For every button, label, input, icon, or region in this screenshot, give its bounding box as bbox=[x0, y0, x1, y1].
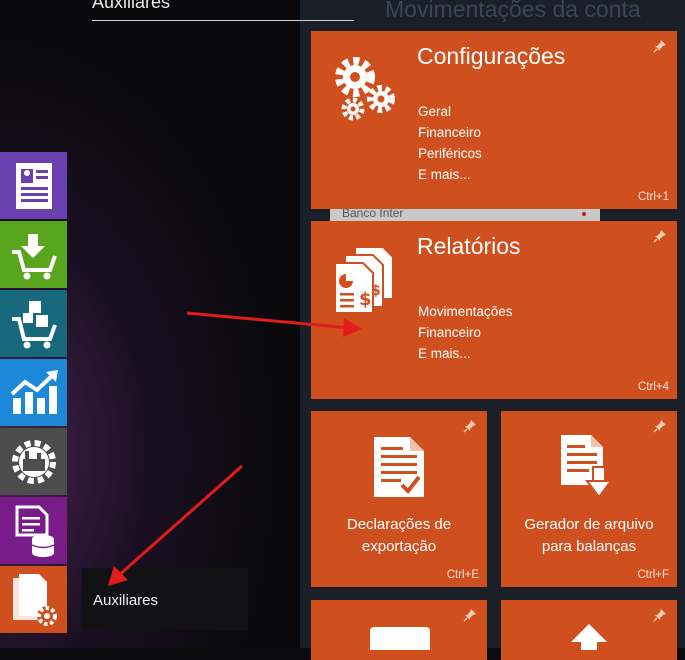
menu-item-auxiliares[interactable]: Auxiliares bbox=[82, 568, 248, 630]
tile-relatorios[interactable]: $ $ Relatórios Movimentações Financeiro … bbox=[311, 221, 677, 399]
taskbar-producao-button[interactable] bbox=[0, 428, 67, 495]
reports-icon: $ $ bbox=[334, 246, 394, 314]
pin-icon[interactable] bbox=[653, 419, 667, 433]
taskbar-auxiliares-button[interactable] bbox=[0, 566, 67, 633]
tile-link-e-mais[interactable]: E mais... bbox=[418, 343, 513, 364]
tile-link-movimentacoes[interactable]: Movimentações bbox=[418, 301, 513, 322]
menu-header-divider bbox=[92, 20, 354, 21]
taskbar-vendas-button[interactable] bbox=[0, 290, 67, 357]
taskbar-cadastro-button[interactable] bbox=[0, 152, 67, 219]
tile-declaracoes-exportacao[interactable]: Declarações de exportação Ctrl+E bbox=[311, 411, 487, 587]
menu-item-label: Auxiliares bbox=[93, 592, 159, 609]
tile-links: Movimentações Financeiro E mais... bbox=[418, 301, 513, 364]
pin-icon[interactable] bbox=[463, 419, 477, 433]
tile-link-perifericos[interactable]: Periféricos bbox=[418, 143, 482, 164]
tile-link-financeiro[interactable]: Financeiro bbox=[418, 322, 513, 343]
gears-icon bbox=[335, 57, 395, 121]
tile-partial-right[interactable] bbox=[501, 600, 677, 660]
svg-text:$: $ bbox=[371, 283, 381, 299]
pin-icon[interactable] bbox=[653, 608, 667, 622]
pin-icon[interactable] bbox=[463, 608, 477, 622]
menu-section-header: Auxiliares bbox=[92, 0, 171, 12]
tile-label: Gerador de arquivo para balanças bbox=[524, 516, 654, 555]
tile-partial-left[interactable] bbox=[311, 600, 487, 660]
tile-link-geral[interactable]: Geral bbox=[418, 101, 482, 122]
tile-title: Configurações bbox=[417, 43, 566, 69]
cart-download-icon bbox=[11, 233, 57, 279]
upload-arrow-icon bbox=[571, 624, 607, 650]
pin-icon[interactable] bbox=[653, 229, 667, 243]
pin-icon[interactable] bbox=[653, 39, 667, 53]
tile-label: Declarações de exportação bbox=[346, 516, 452, 555]
tile-link-e-mais[interactable]: E mais... bbox=[418, 164, 482, 185]
tile-shortcut: Ctrl+4 bbox=[638, 381, 669, 393]
envelope-icon bbox=[370, 627, 430, 650]
background-row-marker bbox=[582, 212, 586, 216]
tile-gerador-arquivo-balancas[interactable]: Gerador de arquivo para balanças Ctrl+F bbox=[501, 411, 677, 587]
taskbar-compras-button[interactable] bbox=[0, 221, 67, 288]
tile-title: Relatórios bbox=[417, 233, 521, 259]
document-download-icon bbox=[561, 435, 613, 499]
taskbar-fiscal-button[interactable] bbox=[0, 497, 67, 564]
growth-chart-icon bbox=[10, 369, 58, 414]
document-check-icon bbox=[374, 437, 424, 497]
document-database-icon bbox=[15, 505, 54, 557]
tile-shortcut: Ctrl+F bbox=[637, 569, 669, 581]
factory-gear-icon bbox=[11, 439, 56, 484]
svg-text:$: $ bbox=[359, 289, 372, 310]
document-icon bbox=[15, 162, 52, 209]
documents-gear-icon bbox=[12, 573, 57, 626]
tile-configuracoes[interactable]: Configurações Geral Financeiro Periféric… bbox=[311, 31, 677, 209]
tile-link-financeiro[interactable]: Financeiro bbox=[418, 122, 482, 143]
tile-shortcut: Ctrl+E bbox=[446, 569, 479, 581]
background-window-title: Movimentações da conta bbox=[385, 0, 641, 22]
cart-boxes-icon bbox=[11, 300, 57, 348]
tile-links: Geral Financeiro Periféricos E mais... bbox=[418, 101, 482, 185]
taskbar-financeiro-button[interactable] bbox=[0, 359, 67, 426]
tile-shortcut: Ctrl+1 bbox=[638, 191, 669, 203]
